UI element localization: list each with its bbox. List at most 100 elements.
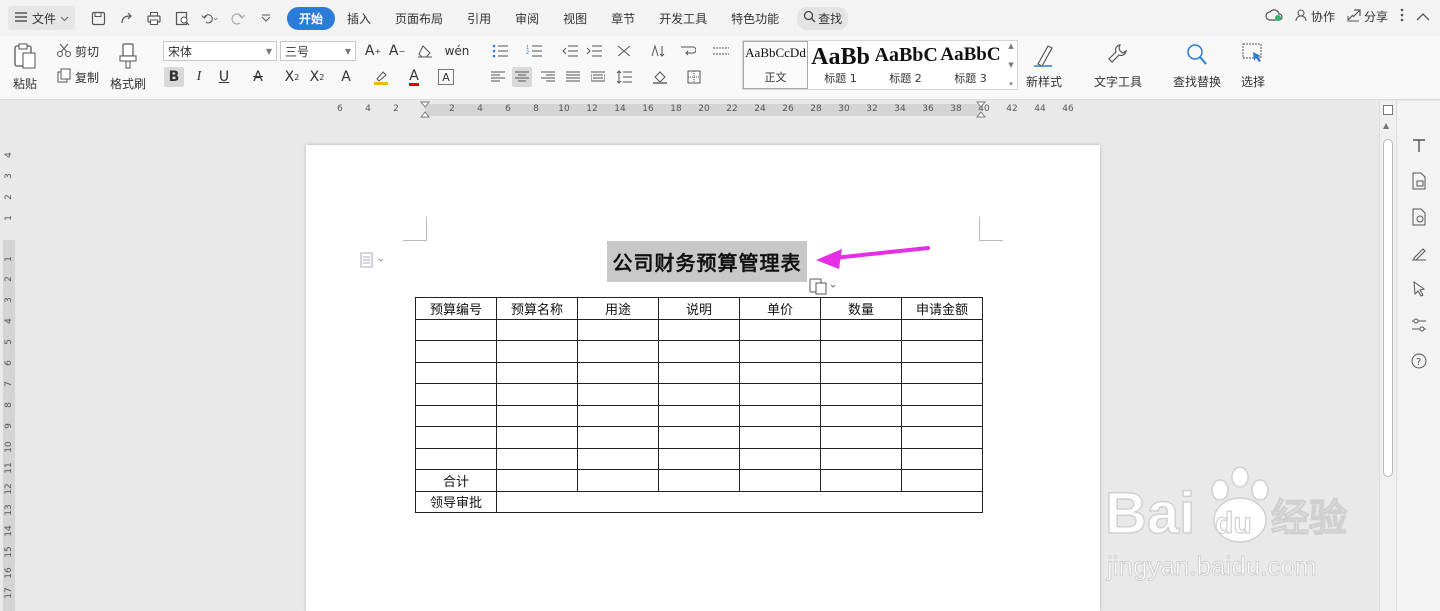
italic-button[interactable]: I bbox=[189, 67, 209, 87]
table-cell[interactable] bbox=[739, 447, 821, 470]
table-cell[interactable] bbox=[577, 340, 659, 363]
pinyin-guide-icon[interactable]: wén bbox=[444, 41, 470, 61]
horizontal-ruler[interactable]: 6 4 2 2 4 6 8 10 12 14 16 18 20 22 24 26 28 30 32 34 36 38 40 4… bbox=[0, 101, 1395, 119]
table-cell[interactable] bbox=[820, 426, 902, 449]
format-painter-button[interactable]: 格式刷 bbox=[110, 42, 146, 92]
bullet-list-icon[interactable] bbox=[490, 41, 510, 61]
grow-font-icon[interactable]: A + bbox=[363, 41, 383, 61]
cursor-icon[interactable] bbox=[1409, 279, 1429, 299]
search-box[interactable]: 查找 bbox=[797, 6, 849, 30]
table-cell[interactable] bbox=[820, 404, 902, 427]
table-cell[interactable] bbox=[496, 318, 578, 341]
table-cell[interactable] bbox=[820, 340, 902, 363]
table-cell[interactable] bbox=[577, 404, 659, 427]
new-style-button[interactable]: 新样式 bbox=[1026, 42, 1062, 90]
table-cell[interactable] bbox=[496, 340, 578, 363]
justify-icon[interactable] bbox=[563, 67, 583, 87]
style-item-1[interactable]: AaBb 标题 1 bbox=[808, 41, 873, 89]
table-cell[interactable] bbox=[739, 426, 821, 449]
vertical-ruler[interactable]: 4 3 2 1 1 2 3 4 5 6 7 8 9 10 11 12 13 14 15 16 17 bbox=[0, 119, 16, 611]
paste-button[interactable]: 粘贴 bbox=[12, 42, 38, 92]
shading-icon[interactable] bbox=[650, 67, 670, 87]
table-cell[interactable] bbox=[739, 361, 821, 384]
table-cell[interactable] bbox=[739, 383, 821, 406]
table-cell[interactable] bbox=[901, 426, 983, 449]
collapse-ribbon-icon[interactable] bbox=[1416, 10, 1430, 24]
font-name-select[interactable]: 宋体 ▼ bbox=[163, 41, 277, 61]
table-header-cell[interactable]: 申请金额 bbox=[901, 297, 983, 320]
font-color-button[interactable]: A bbox=[404, 67, 424, 87]
chevron-up-icon[interactable]: ▲ bbox=[1008, 42, 1013, 50]
approval-cell[interactable] bbox=[496, 490, 983, 513]
text-effect-button[interactable]: A bbox=[336, 67, 356, 87]
table-cell[interactable] bbox=[739, 340, 821, 363]
style-item-3[interactable]: AaBbC 标题 3 bbox=[938, 41, 1003, 89]
table-cell[interactable] bbox=[658, 469, 740, 492]
table-header-cell[interactable]: 预算名称 bbox=[496, 297, 578, 320]
scroll-mode-icon[interactable] bbox=[1383, 105, 1393, 115]
shrink-font-icon[interactable]: A − bbox=[387, 41, 407, 61]
show-marks-icon[interactable] bbox=[711, 41, 731, 61]
document-protect-icon[interactable] bbox=[1409, 171, 1429, 191]
superscript-button[interactable]: X2 bbox=[282, 67, 302, 87]
approval-label[interactable]: 领导审批 bbox=[415, 490, 497, 513]
table-cell[interactable] bbox=[496, 447, 578, 470]
decrease-indent-icon[interactable] bbox=[560, 41, 580, 61]
table-cell[interactable] bbox=[658, 318, 740, 341]
table-cell[interactable] bbox=[658, 383, 740, 406]
more-icon[interactable] bbox=[1400, 8, 1404, 25]
redo-icon[interactable] bbox=[229, 9, 247, 27]
share-button[interactable]: 分享 bbox=[1347, 8, 1388, 25]
indent-marker[interactable] bbox=[419, 101, 431, 119]
table-cell[interactable] bbox=[415, 383, 497, 406]
paragraph-icon[interactable] bbox=[360, 252, 386, 271]
cut-button[interactable]: 剪切 bbox=[56, 42, 99, 61]
text-style-icon[interactable] bbox=[1409, 135, 1429, 155]
table-cell[interactable] bbox=[577, 361, 659, 384]
bold-button[interactable]: B bbox=[164, 67, 184, 87]
line-wrap-icon[interactable] bbox=[678, 41, 698, 61]
document-title[interactable]: 公司财务预算管理表 bbox=[607, 241, 807, 282]
highlight-icon[interactable] bbox=[371, 67, 391, 87]
table-cell[interactable] bbox=[901, 383, 983, 406]
table-header-cell[interactable]: 用途 bbox=[577, 297, 659, 320]
export-icon[interactable] bbox=[117, 9, 135, 27]
tab-6[interactable]: 章节 bbox=[599, 7, 647, 30]
numbered-list-icon[interactable]: 12 bbox=[524, 41, 544, 61]
table-cell[interactable] bbox=[901, 361, 983, 384]
table-cell[interactable] bbox=[820, 383, 902, 406]
text-tools-button[interactable]: 文字工具 bbox=[1094, 42, 1142, 90]
table-cell[interactable] bbox=[901, 318, 983, 341]
paste-options-icon[interactable] bbox=[808, 276, 838, 299]
table-header-cell[interactable]: 数量 bbox=[820, 297, 902, 320]
font-size-select[interactable]: 三号 ▼ bbox=[280, 41, 356, 61]
style-gallery-scroll[interactable]: ▲ ▼ ▾ bbox=[1005, 42, 1017, 88]
table-cell[interactable] bbox=[901, 469, 983, 492]
table-cell[interactable] bbox=[820, 318, 902, 341]
vertical-scrollbar[interactable]: ▲ bbox=[1379, 101, 1396, 611]
print-preview-icon[interactable] bbox=[173, 9, 191, 27]
align-left-icon[interactable] bbox=[488, 67, 508, 87]
table-cell[interactable] bbox=[901, 404, 983, 427]
customize-chevron-icon[interactable] bbox=[257, 9, 275, 27]
char-border-button[interactable]: A bbox=[438, 69, 454, 85]
table-cell[interactable] bbox=[739, 404, 821, 427]
table-cell[interactable] bbox=[415, 318, 497, 341]
chevron-down-icon[interactable]: ▼ bbox=[1008, 61, 1013, 69]
file-menu-button[interactable]: 文件 bbox=[8, 6, 76, 30]
table-cell[interactable] bbox=[658, 361, 740, 384]
table-cell[interactable] bbox=[496, 469, 578, 492]
table-cell[interactable] bbox=[496, 383, 578, 406]
table-cell[interactable] bbox=[901, 447, 983, 470]
expand-icon[interactable]: ▾ bbox=[1009, 80, 1013, 88]
tab-1[interactable]: 插入 bbox=[335, 7, 383, 30]
total-label[interactable]: 合计 bbox=[415, 469, 497, 492]
table-cell[interactable] bbox=[577, 318, 659, 341]
collab-button[interactable]: 协作 bbox=[1295, 8, 1335, 25]
tab-7[interactable]: 开发工具 bbox=[647, 7, 719, 30]
distribute-icon[interactable] bbox=[588, 67, 608, 87]
table-cell[interactable] bbox=[577, 383, 659, 406]
align-right-icon[interactable] bbox=[538, 67, 558, 87]
style-item-0[interactable]: AaBbCcDd 正文 bbox=[743, 41, 808, 89]
sort-icon[interactable] bbox=[648, 41, 668, 61]
